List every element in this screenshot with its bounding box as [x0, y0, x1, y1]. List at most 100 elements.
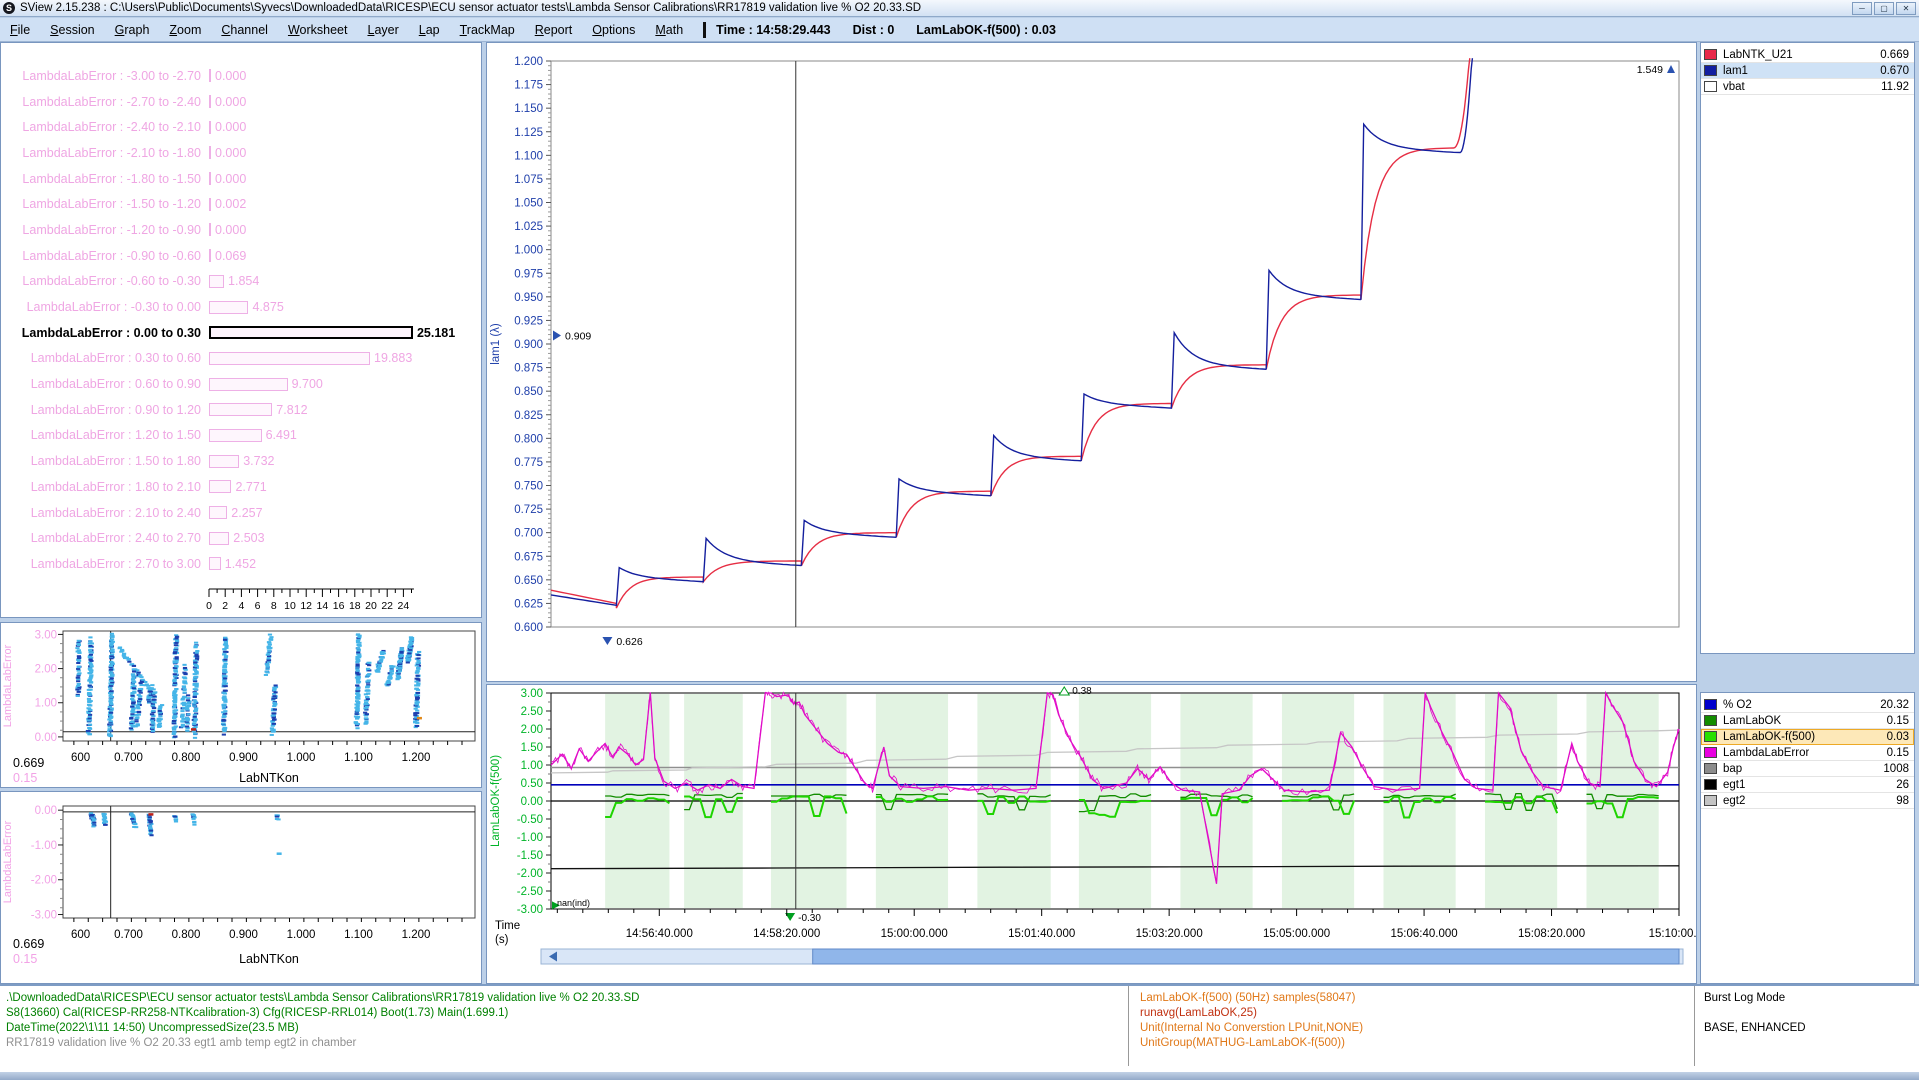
scatter-point: [109, 669, 113, 671]
scatter-point: [182, 686, 186, 688]
scatter-bottom-canvas[interactable]: 0.00-1.00-2.00-3.00LambdaLabError6000.70…: [1, 792, 481, 983]
maximize-button[interactable]: ▢: [1874, 2, 1894, 15]
minimize-button[interactable]: ─: [1852, 2, 1872, 15]
legend-row-labntk-u21[interactable]: LabNTK_U210.669: [1701, 47, 1914, 63]
scatter-point: [174, 647, 178, 649]
bottom-y-axis-title: LamLabOK-f(500): [490, 755, 502, 847]
channel-color-swatch: [1704, 699, 1717, 710]
menu-item-math[interactable]: Math: [645, 23, 693, 37]
main-chart-canvas[interactable]: 1.2001.1751.1501.1251.1001.0751.0501.025…: [487, 43, 1696, 681]
scatter-top-canvas[interactable]: 3.002.001.000.00LambdaLabError6000.7000.…: [1, 623, 481, 787]
scatter-point: [110, 690, 114, 692]
scatter-point: [174, 820, 178, 822]
menu-item-channel[interactable]: Channel: [211, 23, 278, 37]
legend-row-lamlabok[interactable]: LamLabOK0.15: [1701, 713, 1914, 729]
scatter-point: [270, 734, 274, 736]
scatter-point: [130, 706, 134, 708]
scatter-point: [157, 724, 161, 726]
legend-row-egt2[interactable]: egt298: [1701, 793, 1914, 809]
histogram-row[interactable]: LambdaLabError : -2.10 to -1.800.000: [1, 140, 481, 166]
menu-item-graph[interactable]: Graph: [105, 23, 160, 37]
scatter-point: [76, 668, 80, 670]
scatter-point: [182, 696, 186, 698]
scatter-point: [132, 671, 136, 673]
scatter-point: [131, 680, 135, 682]
legend-row-egt1[interactable]: egt126: [1701, 777, 1914, 793]
scatter-point: [77, 691, 81, 693]
histogram-row[interactable]: LambdaLabError : 1.20 to 1.506.491: [1, 423, 481, 449]
histogram-row[interactable]: LambdaLabError : 2.70 to 3.001.452: [1, 551, 481, 577]
histogram-row[interactable]: LambdaLabError : -0.60 to -0.301.854: [1, 269, 481, 295]
histogram-row[interactable]: LambdaLabError : 2.40 to 2.702.503: [1, 525, 481, 551]
scatter-point: [87, 679, 91, 681]
menu-item-layer[interactable]: Layer: [357, 23, 408, 37]
scatter-plot-area[interactable]: [63, 806, 475, 918]
scatter-point: [183, 682, 187, 684]
scatter-point: [130, 698, 134, 700]
legend-row-vbat[interactable]: vbat11.92: [1701, 79, 1914, 95]
menu-item-worksheet[interactable]: Worksheet: [278, 23, 358, 37]
histogram-bar: [209, 172, 211, 185]
histogram-row[interactable]: LambdaLabError : 0.30 to 0.6019.883: [1, 346, 481, 372]
scatter-point: [366, 698, 370, 700]
histogram-bin-value: 1.452: [225, 557, 256, 571]
menu-item-session[interactable]: Session: [40, 23, 104, 37]
menu-item-options[interactable]: Options: [582, 23, 645, 37]
cursor-y-value: 0.15: [13, 952, 37, 966]
scatter-point: [356, 710, 360, 712]
histogram-row[interactable]: LambdaLabError : -2.40 to -2.100.000: [1, 114, 481, 140]
scatter-point: [366, 692, 370, 694]
scatter-point: [223, 699, 227, 701]
histogram-row[interactable]: LambdaLabError : 0.00 to 0.3025.181: [1, 320, 481, 346]
scatter-point: [356, 650, 360, 652]
legend-row-lambdalaberror[interactable]: LambdaLabError0.15: [1701, 745, 1914, 761]
histogram-row[interactable]: LambdaLabError : -0.30 to 0.004.875: [1, 294, 481, 320]
legend-row-bap[interactable]: bap1008: [1701, 761, 1914, 777]
menu-item-report[interactable]: Report: [525, 23, 583, 37]
scatter-point: [355, 727, 359, 729]
scatter-point: [91, 820, 95, 822]
legend-row---o2[interactable]: % O220.32: [1701, 697, 1914, 713]
min-marker[interactable]: [602, 637, 612, 645]
histogram-bin-label: LambdaLabError : -2.40 to -2.10: [1, 120, 201, 134]
max-marker[interactable]: [1059, 687, 1069, 695]
scatter-point: [88, 685, 92, 687]
main-plot-area[interactable]: [551, 61, 1679, 627]
scatter-point: [88, 677, 92, 679]
histogram-row[interactable]: LambdaLabError : 2.10 to 2.402.257: [1, 500, 481, 526]
legend-row-lamlabok-f-500-[interactable]: LamLabOK-f(500)0.03: [1701, 729, 1914, 745]
scatter-point: [223, 669, 227, 671]
histogram-row[interactable]: LambdaLabError : -2.70 to -2.400.000: [1, 89, 481, 115]
bottom-chart-canvas[interactable]: 3.002.502.001.501.000.500.00-0.50-1.00-1…: [487, 685, 1696, 983]
scatter-point: [174, 725, 178, 727]
scatter-point: [356, 670, 360, 672]
histogram-row[interactable]: LambdaLabError : 1.50 to 1.803.732: [1, 448, 481, 474]
histogram-row[interactable]: LambdaLabError : 0.90 to 1.207.812: [1, 397, 481, 423]
histogram-row[interactable]: LambdaLabError : 1.80 to 2.102.771: [1, 474, 481, 500]
scatter-point: [149, 834, 153, 836]
legend-row-lam1[interactable]: lam10.670: [1701, 63, 1914, 79]
close-button[interactable]: ✕: [1896, 2, 1916, 15]
histogram-row[interactable]: LambdaLabError : 0.60 to 0.909.700: [1, 371, 481, 397]
histogram-bin-value: 25.181: [417, 326, 455, 340]
scatter-point: [415, 697, 419, 699]
menu-item-trackmap[interactable]: TrackMap: [450, 23, 525, 37]
bottom-y-tick-label: -1.00: [517, 832, 543, 844]
menu-item-file[interactable]: File: [0, 23, 40, 37]
scatter-point: [223, 651, 227, 653]
menu-item-lap[interactable]: Lap: [409, 23, 450, 37]
menu-item-zoom[interactable]: Zoom: [159, 23, 211, 37]
histogram-row[interactable]: LambdaLabError : -0.90 to -0.600.069: [1, 243, 481, 269]
histogram-bin-value: 0.000: [215, 172, 246, 186]
scatter-point: [222, 653, 226, 655]
scatter-point: [269, 636, 273, 638]
channel-value: 0.15: [1887, 715, 1909, 727]
histogram-row[interactable]: LambdaLabError : -1.50 to -1.200.002: [1, 191, 481, 217]
histogram-row[interactable]: LambdaLabError : -3.00 to -2.700.000: [1, 63, 481, 89]
histogram-axis-tick: 14: [317, 600, 329, 612]
scrollbar-thumb[interactable]: [813, 949, 1679, 964]
histogram-row[interactable]: LambdaLabError : -1.20 to -0.900.000: [1, 217, 481, 243]
histogram-row[interactable]: LambdaLabError : -1.80 to -1.500.000: [1, 166, 481, 192]
scatter-x-tick-label: 1.000: [287, 752, 316, 764]
scatter-point: [183, 677, 187, 679]
